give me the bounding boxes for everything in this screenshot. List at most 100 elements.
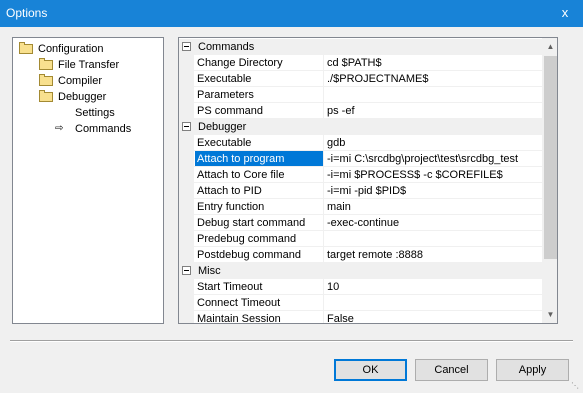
tree-item-label: Compiler bbox=[58, 75, 103, 87]
scroll-up-icon[interactable]: ▲ bbox=[542, 38, 557, 55]
column-separator[interactable] bbox=[323, 279, 324, 295]
property-value[interactable]: 10 bbox=[325, 279, 542, 295]
property-row[interactable]: Debug start command -exec-continue bbox=[179, 215, 542, 231]
column-separator[interactable] bbox=[323, 247, 324, 263]
property-name[interactable]: Connect Timeout bbox=[195, 295, 323, 311]
column-separator[interactable] bbox=[323, 167, 324, 183]
property-value[interactable]: target remote :8888 bbox=[325, 247, 542, 263]
property-value[interactable]: False bbox=[325, 311, 542, 323]
row-gutter bbox=[179, 247, 194, 263]
apply-button[interactable]: Apply bbox=[496, 359, 569, 381]
options-tree[interactable]: Configuration File Transfer Compiler Debugg… bbox=[12, 37, 164, 324]
property-value[interactable]: ./$PROJECTNAME$ bbox=[325, 71, 542, 87]
ok-button[interactable]: OK bbox=[334, 359, 407, 381]
property-row[interactable]: Executable ./$PROJECTNAME$ bbox=[179, 71, 542, 87]
property-name[interactable]: Debug start command bbox=[195, 215, 323, 231]
category-label: Debugger bbox=[198, 121, 247, 133]
property-row[interactable]: Executable gdb bbox=[179, 135, 542, 151]
row-gutter bbox=[179, 231, 194, 247]
column-separator[interactable] bbox=[323, 183, 324, 199]
property-name[interactable]: Attach to Core file bbox=[195, 167, 323, 183]
column-separator[interactable] bbox=[323, 71, 324, 87]
collapse-icon[interactable] bbox=[182, 266, 191, 275]
property-name[interactable]: Parameters bbox=[195, 87, 323, 103]
category-misc[interactable]: Misc bbox=[179, 263, 542, 279]
vertical-scrollbar[interactable]: ▲ ▼ bbox=[542, 38, 557, 323]
column-separator[interactable] bbox=[323, 295, 324, 311]
row-gutter bbox=[179, 55, 194, 71]
property-row[interactable]: Postdebug command target remote :8888 bbox=[179, 247, 542, 263]
property-name[interactable]: Maintain Session bbox=[195, 311, 323, 323]
property-name[interactable]: Change Directory bbox=[195, 55, 323, 71]
column-separator[interactable] bbox=[323, 87, 324, 103]
resize-grip-icon[interactable]: ⋱ bbox=[571, 381, 581, 391]
tree-item-label: Debugger bbox=[58, 91, 107, 103]
property-row[interactable]: Attach to program -i=mi C:\srcdbg\project… bbox=[179, 151, 542, 167]
property-name[interactable]: PS command bbox=[195, 103, 323, 119]
arrow-right-icon: ⇨ bbox=[55, 123, 64, 134]
close-icon[interactable]: x bbox=[556, 4, 574, 22]
tree-item-label: Configuration bbox=[38, 43, 104, 55]
folder-open-icon bbox=[39, 90, 53, 102]
title-bar: Options x bbox=[0, 0, 583, 27]
property-row[interactable]: PS command ps -ef bbox=[179, 103, 542, 119]
property-value[interactable] bbox=[325, 295, 542, 311]
property-value[interactable]: -exec-continue bbox=[325, 215, 542, 231]
property-name[interactable]: Attach to PID bbox=[195, 183, 323, 199]
property-name[interactable]: Executable bbox=[195, 71, 323, 87]
property-value[interactable]: -i=mi -pid $PID$ bbox=[325, 183, 542, 199]
property-row[interactable]: Entry function main bbox=[179, 199, 542, 215]
category-commands[interactable]: Commands bbox=[179, 39, 542, 55]
collapse-icon[interactable] bbox=[182, 42, 191, 51]
property-row[interactable]: Attach to Core file -i=mi $PROCESS$ -c $C… bbox=[179, 167, 542, 183]
column-separator[interactable] bbox=[323, 215, 324, 231]
property-row[interactable]: Change Directory cd $PATH$ bbox=[179, 55, 542, 71]
property-name[interactable]: Predebug command bbox=[195, 231, 323, 247]
row-gutter bbox=[179, 71, 194, 87]
row-gutter bbox=[179, 311, 194, 323]
property-value[interactable] bbox=[325, 231, 542, 247]
column-separator[interactable] bbox=[323, 151, 324, 167]
column-separator[interactable] bbox=[323, 199, 324, 215]
property-row[interactable]: Connect Timeout bbox=[179, 295, 542, 311]
property-name[interactable]: Attach to program bbox=[195, 151, 323, 167]
collapse-icon[interactable] bbox=[182, 122, 191, 131]
property-name[interactable]: Entry function bbox=[195, 199, 323, 215]
column-separator[interactable] bbox=[323, 311, 324, 323]
category-label: Commands bbox=[198, 41, 255, 53]
property-name[interactable]: Executable bbox=[195, 135, 323, 151]
row-gutter bbox=[179, 167, 194, 183]
tree-item-label: Settings bbox=[75, 107, 115, 119]
property-value[interactable]: -i=mi C:\srcdbg\project\test\srcdbg_test bbox=[325, 151, 542, 167]
row-gutter bbox=[179, 215, 194, 231]
column-separator[interactable] bbox=[323, 103, 324, 119]
property-value[interactable]: ps -ef bbox=[325, 103, 542, 119]
property-row[interactable]: Attach to PID -i=mi -pid $PID$ bbox=[179, 183, 542, 199]
property-name[interactable]: Start Timeout bbox=[195, 279, 323, 295]
row-gutter bbox=[179, 151, 194, 167]
column-separator[interactable] bbox=[323, 231, 324, 247]
property-value[interactable]: main bbox=[325, 199, 542, 215]
property-row[interactable]: Maintain Session False bbox=[179, 311, 542, 323]
scroll-thumb[interactable] bbox=[544, 56, 557, 259]
property-row[interactable]: Start Timeout 10 bbox=[179, 279, 542, 295]
column-separator[interactable] bbox=[323, 135, 324, 151]
property-value[interactable] bbox=[325, 87, 542, 103]
row-gutter bbox=[179, 135, 194, 151]
property-value[interactable]: -i=mi $PROCESS$ -c $COREFILE$ bbox=[325, 167, 542, 183]
property-grid[interactable]: Commands Change Directory cd $PATH$ Executa… bbox=[178, 37, 558, 324]
property-value[interactable]: cd $PATH$ bbox=[325, 55, 542, 71]
column-separator[interactable] bbox=[323, 55, 324, 71]
row-gutter bbox=[179, 103, 194, 119]
row-gutter bbox=[179, 295, 194, 311]
cancel-button[interactable]: Cancel bbox=[415, 359, 488, 381]
folder-icon bbox=[39, 58, 53, 70]
property-value[interactable]: gdb bbox=[325, 135, 542, 151]
category-label: Misc bbox=[198, 265, 221, 277]
row-gutter bbox=[179, 199, 194, 215]
property-row[interactable]: Parameters bbox=[179, 87, 542, 103]
category-debugger[interactable]: Debugger bbox=[179, 119, 542, 135]
property-row[interactable]: Predebug command bbox=[179, 231, 542, 247]
scroll-down-icon[interactable]: ▼ bbox=[542, 306, 557, 323]
property-name[interactable]: Postdebug command bbox=[195, 247, 323, 263]
